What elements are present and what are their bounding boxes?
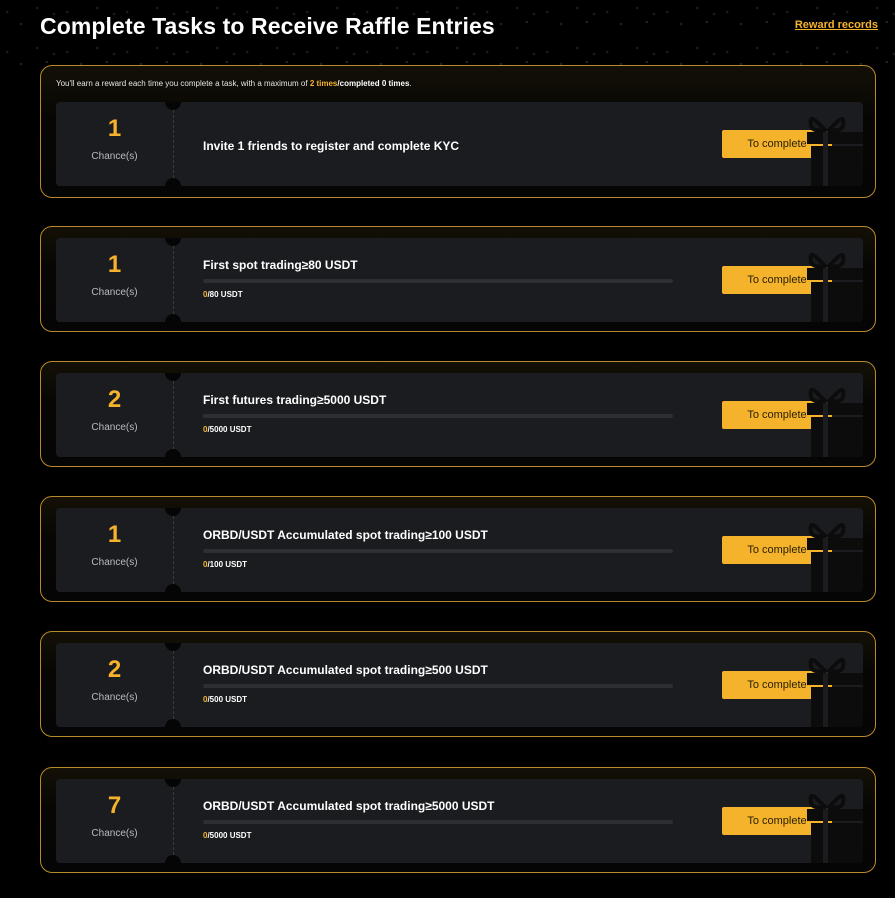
reward-max-times: 2 times bbox=[309, 79, 338, 88]
progress-text: 0/100 USDT bbox=[203, 560, 247, 569]
ticket-notch bbox=[165, 178, 181, 186]
task-ticket: 7 Chance(s) ORBD/USDT Accumulated spot t… bbox=[56, 779, 863, 863]
chance-label: Chance(s) bbox=[91, 828, 138, 839]
task-ticket: 1 Chance(s) First spot trading≥80 USDT 0… bbox=[56, 238, 863, 322]
progress-bar bbox=[203, 414, 673, 418]
reward-records-link[interactable]: Reward records bbox=[795, 19, 878, 31]
chance-count: 2 bbox=[107, 386, 122, 413]
ticket-notch bbox=[165, 779, 181, 787]
ticket-notch bbox=[165, 373, 181, 381]
progress-bar bbox=[203, 549, 673, 553]
chance-count: 2 bbox=[107, 656, 122, 683]
chance-count: 1 bbox=[107, 521, 122, 548]
task-ticket: 1 Chance(s) ORBD/USDT Accumulated spot t… bbox=[56, 508, 863, 592]
task-title: Invite 1 friends to register and complet… bbox=[203, 139, 460, 153]
gift-icon bbox=[807, 522, 863, 592]
chance-label: Chance(s) bbox=[91, 557, 138, 568]
gift-icon bbox=[807, 657, 863, 727]
task-title: ORBD/USDT Accumulated spot trading≥100 U… bbox=[203, 528, 488, 542]
ticket-notch bbox=[165, 719, 181, 727]
progress-text: 0/500 USDT bbox=[203, 695, 247, 704]
ticket-divider bbox=[173, 651, 174, 719]
ticket-divider bbox=[173, 381, 174, 449]
ticket-notch bbox=[165, 449, 181, 457]
progress-target: /80 USDT bbox=[207, 290, 243, 299]
chance-count: 1 bbox=[107, 251, 122, 278]
ticket-notch bbox=[165, 238, 181, 246]
ticket-notch bbox=[165, 102, 181, 110]
progress-text: 0/5000 USDT bbox=[203, 425, 251, 434]
progress-text: 0/80 USDT bbox=[203, 290, 243, 299]
task-ticket: 2 Chance(s) ORBD/USDT Accumulated spot t… bbox=[56, 643, 863, 727]
gift-icon bbox=[807, 387, 863, 457]
task-card: 1 Chance(s) ORBD/USDT Accumulated spot t… bbox=[40, 496, 876, 602]
header: Complete Tasks to Receive Raffle Entries… bbox=[40, 13, 878, 43]
ticket-divider bbox=[173, 246, 174, 314]
task-card: 1 Chance(s) First spot trading≥80 USDT 0… bbox=[40, 226, 876, 332]
task-title: ORBD/USDT Accumulated spot trading≥500 U… bbox=[203, 663, 488, 677]
task-title: First futures trading≥5000 USDT bbox=[203, 393, 387, 407]
task-title: First spot trading≥80 USDT bbox=[203, 258, 358, 272]
task-card: 2 Chance(s) First futures trading≥5000 U… bbox=[40, 361, 876, 467]
chance-label: Chance(s) bbox=[91, 287, 138, 298]
task-card: You'll earn a reward each time you compl… bbox=[40, 65, 876, 198]
progress-bar bbox=[203, 820, 673, 824]
ticket-divider bbox=[173, 110, 174, 178]
gift-icon bbox=[807, 252, 863, 322]
ticket-divider bbox=[173, 516, 174, 584]
reward-info-prefix: You'll earn a reward each time you compl… bbox=[56, 79, 308, 88]
ticket-notch bbox=[165, 855, 181, 863]
ticket-notch bbox=[165, 584, 181, 592]
reward-completed-count: /completed 0 times bbox=[337, 79, 410, 88]
reward-info-text: You'll earn a reward each time you compl… bbox=[56, 79, 412, 88]
ticket-notch bbox=[165, 314, 181, 322]
task-card: 2 Chance(s) ORBD/USDT Accumulated spot t… bbox=[40, 631, 876, 737]
task-ticket: 1 Chance(s) Invite 1 friends to register… bbox=[56, 102, 863, 186]
progress-target: /5000 USDT bbox=[207, 831, 252, 840]
progress-bar bbox=[203, 684, 673, 688]
gift-icon bbox=[807, 793, 863, 863]
chance-count: 7 bbox=[107, 792, 122, 819]
progress-text: 0/5000 USDT bbox=[203, 831, 251, 840]
task-title: ORBD/USDT Accumulated spot trading≥5000 … bbox=[203, 799, 495, 813]
gift-icon bbox=[807, 116, 863, 186]
ticket-notch bbox=[165, 508, 181, 516]
ticket-notch bbox=[165, 643, 181, 651]
chance-label: Chance(s) bbox=[91, 692, 138, 703]
progress-target: /500 USDT bbox=[207, 695, 248, 704]
chance-label: Chance(s) bbox=[91, 422, 138, 433]
progress-target: /100 USDT bbox=[207, 560, 248, 569]
reward-info-suffix: . bbox=[409, 79, 412, 88]
chance-label: Chance(s) bbox=[91, 151, 138, 162]
ticket-divider bbox=[173, 787, 174, 855]
page-title: Complete Tasks to Receive Raffle Entries bbox=[40, 13, 495, 39]
chance-count: 1 bbox=[107, 115, 122, 142]
progress-target: /5000 USDT bbox=[207, 425, 252, 434]
task-ticket: 2 Chance(s) First futures trading≥5000 U… bbox=[56, 373, 863, 457]
task-card: 7 Chance(s) ORBD/USDT Accumulated spot t… bbox=[40, 767, 876, 873]
progress-bar bbox=[203, 279, 673, 283]
